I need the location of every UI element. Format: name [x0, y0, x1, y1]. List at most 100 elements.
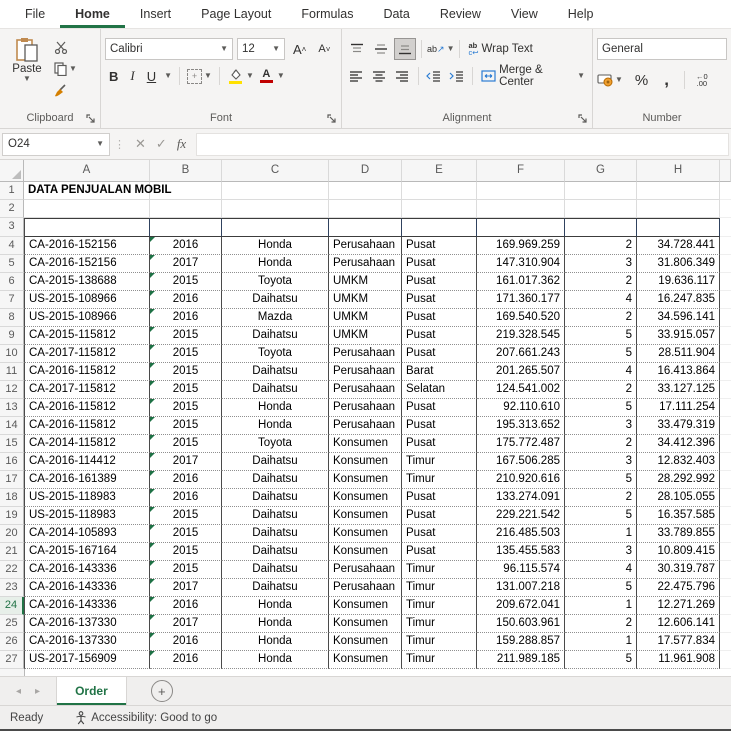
cell-C17[interactable]: Daihatsu — [222, 471, 329, 489]
cell-E19[interactable]: Pusat — [402, 507, 477, 525]
tab-home[interactable]: Home — [60, 0, 125, 28]
cell-E15[interactable]: Pusat — [402, 435, 477, 453]
cell-F23[interactable]: 131.007.218 — [477, 579, 565, 597]
cell-E26[interactable]: Timur — [402, 633, 477, 651]
column-header-F[interactable]: F — [477, 160, 565, 182]
cell-H9[interactable]: 33.915.057 — [637, 327, 720, 345]
cell-G14[interactable]: 3 — [565, 417, 637, 435]
tab-formulas[interactable]: Formulas — [286, 0, 368, 28]
cell-D17[interactable]: Konsumen — [329, 471, 402, 489]
cell-A6[interactable]: CA-2015-138688 — [24, 273, 150, 291]
cell-B19[interactable]: 2015 — [150, 507, 222, 525]
increase-decimal-button[interactable]: ←0 .00 — [696, 73, 708, 88]
table-header-quantity[interactable]: Quantity — [565, 218, 637, 237]
cell-H18[interactable]: 28.105.055 — [637, 489, 720, 507]
cell-D5[interactable]: Perusahaan — [329, 255, 402, 273]
cell-A2[interactable] — [24, 200, 150, 218]
row-header-22[interactable]: 22 — [0, 561, 24, 579]
cell-I14[interactable] — [720, 417, 731, 435]
grow-font-button[interactable]: A ˄ — [289, 39, 310, 59]
cell-H25[interactable]: 12.606.141 — [637, 615, 720, 633]
merge-center-button[interactable]: Merge & Center ▼ — [478, 64, 588, 88]
cell-A17[interactable]: CA-2016-161389 — [24, 471, 150, 489]
cell-A25[interactable]: CA-2016-137330 — [24, 615, 150, 633]
underline-button[interactable]: U — [143, 66, 160, 86]
cell-D7[interactable]: UMKM — [329, 291, 402, 309]
decrease-indent-button[interactable] — [424, 65, 445, 87]
cell-A8[interactable]: US-2015-108966 — [24, 309, 150, 327]
cell-C20[interactable]: Daihatsu — [222, 525, 329, 543]
cell-F27[interactable]: 211.989.185 — [477, 651, 565, 669]
cell-B17[interactable]: 2016 — [150, 471, 222, 489]
cell-B20[interactable]: 2015 — [150, 525, 222, 543]
row-header-20[interactable]: 20 — [0, 525, 24, 543]
font-color-button[interactable]: A ▼ — [258, 67, 285, 85]
cell-C1[interactable] — [222, 182, 329, 200]
copy-chevron-icon[interactable]: ▼ — [69, 65, 77, 73]
cell-C22[interactable]: Daihatsu — [222, 561, 329, 579]
row-header-10[interactable]: 10 — [0, 345, 24, 363]
cell-G18[interactable]: 2 — [565, 489, 637, 507]
row-header-23[interactable]: 23 — [0, 579, 24, 597]
cell-D18[interactable]: Konsumen — [329, 489, 402, 507]
row-header-12[interactable]: 12 — [0, 381, 24, 399]
row-header-2[interactable]: 2 — [0, 200, 24, 218]
orientation-chevron-icon[interactable]: ▼ — [447, 45, 455, 53]
cell-G16[interactable]: 3 — [565, 453, 637, 471]
table-header-order-id[interactable]: Order ID — [24, 218, 150, 237]
accounting-format-button[interactable]: ▼ — [597, 71, 623, 89]
cell-D23[interactable]: Perusahaan — [329, 579, 402, 597]
cell-C12[interactable]: Daihatsu — [222, 381, 329, 399]
font-dialog-launcher-icon[interactable] — [327, 114, 338, 125]
align-right-button[interactable] — [392, 65, 413, 87]
cell-E10[interactable]: Pusat — [402, 345, 477, 363]
row-header-5[interactable]: 5 — [0, 255, 24, 273]
tab-view[interactable]: View — [496, 0, 553, 28]
middle-align-button[interactable] — [370, 38, 392, 60]
borders-chevron-icon[interactable]: ▼ — [204, 72, 212, 80]
column-header-G[interactable]: G — [565, 160, 637, 182]
cell-A12[interactable]: CA-2017-115812 — [24, 381, 150, 399]
cell-I15[interactable] — [720, 435, 731, 453]
add-sheet-button[interactable]: + — [150, 680, 173, 702]
orientation-button[interactable]: ab↗ ▼ — [427, 40, 454, 58]
cell-E13[interactable]: Pusat — [402, 399, 477, 417]
sheet-tab-order[interactable]: Order — [56, 677, 127, 705]
row-header-21[interactable]: 21 — [0, 543, 24, 561]
cell-I23[interactable] — [720, 579, 731, 597]
cell-I22[interactable] — [720, 561, 731, 579]
cell-B21[interactable]: 2015 — [150, 543, 222, 561]
cell-B16[interactable]: 2017 — [150, 453, 222, 471]
row-header-3[interactable]: 3 — [0, 218, 24, 237]
cell-D25[interactable]: Konsumen — [329, 615, 402, 633]
paste-chevron-icon[interactable]: ▼ — [23, 75, 31, 83]
cell-F11[interactable]: 201.265.507 — [477, 363, 565, 381]
select-all-corner[interactable] — [0, 160, 24, 182]
cell-E14[interactable]: Pusat — [402, 417, 477, 435]
cell-C10[interactable]: Toyota — [222, 345, 329, 363]
tab-data[interactable]: Data — [368, 0, 424, 28]
cell-B4[interactable]: 2016 — [150, 237, 222, 255]
cell-G12[interactable]: 2 — [565, 381, 637, 399]
cell-G24[interactable]: 1 — [565, 597, 637, 615]
accounting-chevron-icon[interactable]: ▼ — [615, 76, 623, 84]
cell-I25[interactable] — [720, 615, 731, 633]
cell-A5[interactable]: CA-2016-152156 — [24, 255, 150, 273]
cell-D11[interactable]: Perusahaan — [329, 363, 402, 381]
cell-B23[interactable]: 2017 — [150, 579, 222, 597]
tab-review[interactable]: Review — [425, 0, 496, 28]
cell-A16[interactable]: CA-2016-114412 — [24, 453, 150, 471]
cell-A10[interactable]: CA-2017-115812 — [24, 345, 150, 363]
cell-D15[interactable]: Konsumen — [329, 435, 402, 453]
cell-B5[interactable]: 2017 — [150, 255, 222, 273]
cell-G19[interactable]: 5 — [565, 507, 637, 525]
italic-button[interactable]: I — [126, 66, 138, 86]
cell-I27[interactable] — [720, 651, 731, 669]
row-header-9[interactable]: 9 — [0, 327, 24, 345]
cell-E5[interactable]: Pusat — [402, 255, 477, 273]
cell-A13[interactable]: CA-2016-115812 — [24, 399, 150, 417]
cell-C11[interactable]: Daihatsu — [222, 363, 329, 381]
cell-F2[interactable] — [477, 200, 565, 218]
cell-H26[interactable]: 17.577.834 — [637, 633, 720, 651]
table-header-profit[interactable]: Profit — [637, 218, 720, 237]
